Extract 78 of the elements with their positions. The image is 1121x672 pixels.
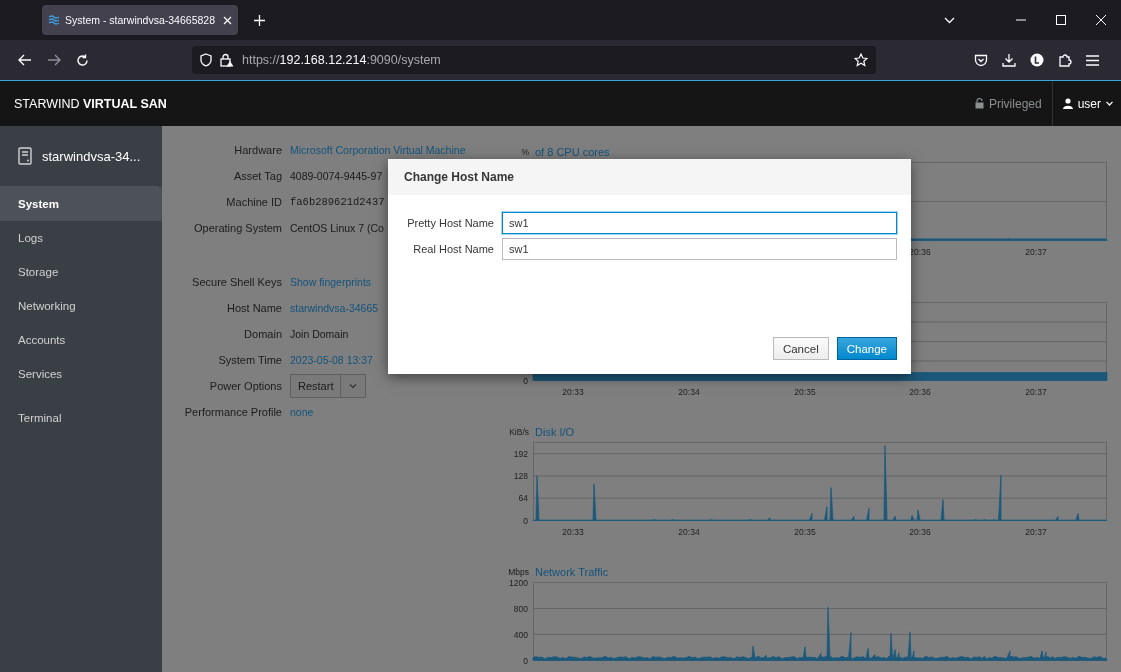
close-icon[interactable] — [223, 15, 232, 25]
field-label: Domain — [243, 327, 282, 342]
chart-unit: % — [520, 147, 529, 157]
field-label: System Time — [217, 353, 282, 368]
axis-label: 20:37 — [1025, 527, 1047, 537]
server-icon — [18, 147, 32, 165]
sidebar-item[interactable]: Storage — [0, 255, 162, 289]
sidebar-item[interactable]: Terminal — [0, 401, 162, 435]
field-label: Real Host Name — [412, 242, 494, 257]
text-input[interactable]: sw1 — [502, 212, 897, 234]
axis-label: 128 — [513, 470, 528, 481]
axis-label: 64 — [518, 493, 528, 504]
lock-warning-icon[interactable] — [220, 53, 234, 67]
pocket-icon[interactable] — [974, 53, 988, 67]
shield-icon[interactable] — [200, 53, 212, 67]
value-text: fa6b289621d2437 — [290, 196, 385, 208]
field-label: Pretty Host Name — [406, 216, 494, 231]
field-label: Performance Profile — [183, 405, 282, 420]
sidebar-item[interactable]: Accounts — [0, 323, 162, 357]
browser-tab[interactable]: System - starwindvsa-34665828 — [42, 5, 238, 35]
tab-title: System - starwindvsa-34665828 — [65, 14, 216, 26]
star-icon[interactable] — [854, 53, 868, 67]
field-label: Power Options — [208, 379, 282, 394]
axis-label: 0 — [523, 375, 528, 386]
axis-label: 800 — [513, 603, 528, 614]
forward-arrow-icon[interactable] — [47, 54, 61, 66]
url-text: https://192.168.12.214:9090/system — [242, 53, 442, 67]
axis-label: 20:35 — [794, 387, 816, 397]
value-text: CentOS Linux 7 (Co — [290, 222, 384, 234]
sidebar-item[interactable]: Networking — [0, 289, 162, 323]
value-text: Join Domain — [290, 328, 349, 340]
text-input[interactable]: sw1 — [502, 238, 897, 260]
reload-icon[interactable] — [76, 53, 89, 67]
value-text: 4089-0074-9445-97 — [290, 170, 383, 182]
dialog-title: Change Host Name — [404, 170, 515, 184]
chart-unit: Mbps — [507, 567, 529, 577]
axis-label: 20:33 — [562, 527, 584, 537]
axis-label: 20:37 — [1025, 387, 1047, 397]
axis-label: 20:33 — [562, 387, 584, 397]
close-icon[interactable] — [1096, 15, 1106, 25]
field-label: Asset Tag — [232, 169, 282, 184]
sidebar-item[interactable]: System — [0, 187, 162, 221]
field-label: Operating System — [192, 221, 282, 236]
axis-label: 400 — [513, 629, 528, 640]
download-icon[interactable] — [1002, 53, 1016, 67]
back-arrow-icon[interactable] — [18, 54, 32, 66]
chart-unit: KiB/s — [508, 427, 529, 437]
account-avatar-icon[interactable] — [1030, 53, 1044, 67]
axis-label: 0 — [523, 515, 528, 526]
waves-icon — [48, 15, 60, 25]
axis-label: 20:34 — [678, 527, 700, 537]
axis-label: 20:34 — [678, 387, 700, 397]
field-label: Secure Shell Keys — [191, 275, 282, 290]
puzzle-icon[interactable] — [1058, 53, 1072, 67]
menu-icon[interactable] — [1086, 54, 1099, 66]
field-label: Host Name — [225, 301, 282, 316]
lock-icon — [974, 98, 984, 109]
field-label: Machine ID — [225, 195, 282, 210]
field-label: Hardware — [233, 143, 282, 158]
axis-label: 20:36 — [909, 527, 931, 537]
plus-icon[interactable] — [254, 14, 265, 26]
axis-label: 20:37 — [1025, 247, 1047, 257]
address-bar[interactable]: https://192.168.12.214:9090/system — [192, 46, 876, 74]
axis-label: 20:36 — [909, 387, 931, 397]
user-icon — [1062, 98, 1073, 109]
user-menu-button[interactable]: user — [1052, 96, 1121, 111]
axis-label: 192 — [513, 448, 528, 459]
brand-title: STARWIND VIRTUAL SAN — [13, 96, 167, 111]
axis-label: 1200 — [509, 580, 528, 588]
caret-icon — [1106, 101, 1113, 106]
sidebar-item[interactable]: Logs — [0, 221, 162, 255]
chevron-down-icon[interactable] — [943, 16, 955, 24]
sidebar-item[interactable]: Services — [0, 357, 162, 391]
axis-label: 0 — [523, 655, 528, 664]
privileged-label[interactable]: Privileged — [988, 96, 1042, 111]
maximize-icon[interactable] — [1056, 15, 1066, 25]
axis-label: 20:35 — [794, 527, 816, 537]
cancel-button[interactable]: Cancel — [772, 337, 829, 360]
